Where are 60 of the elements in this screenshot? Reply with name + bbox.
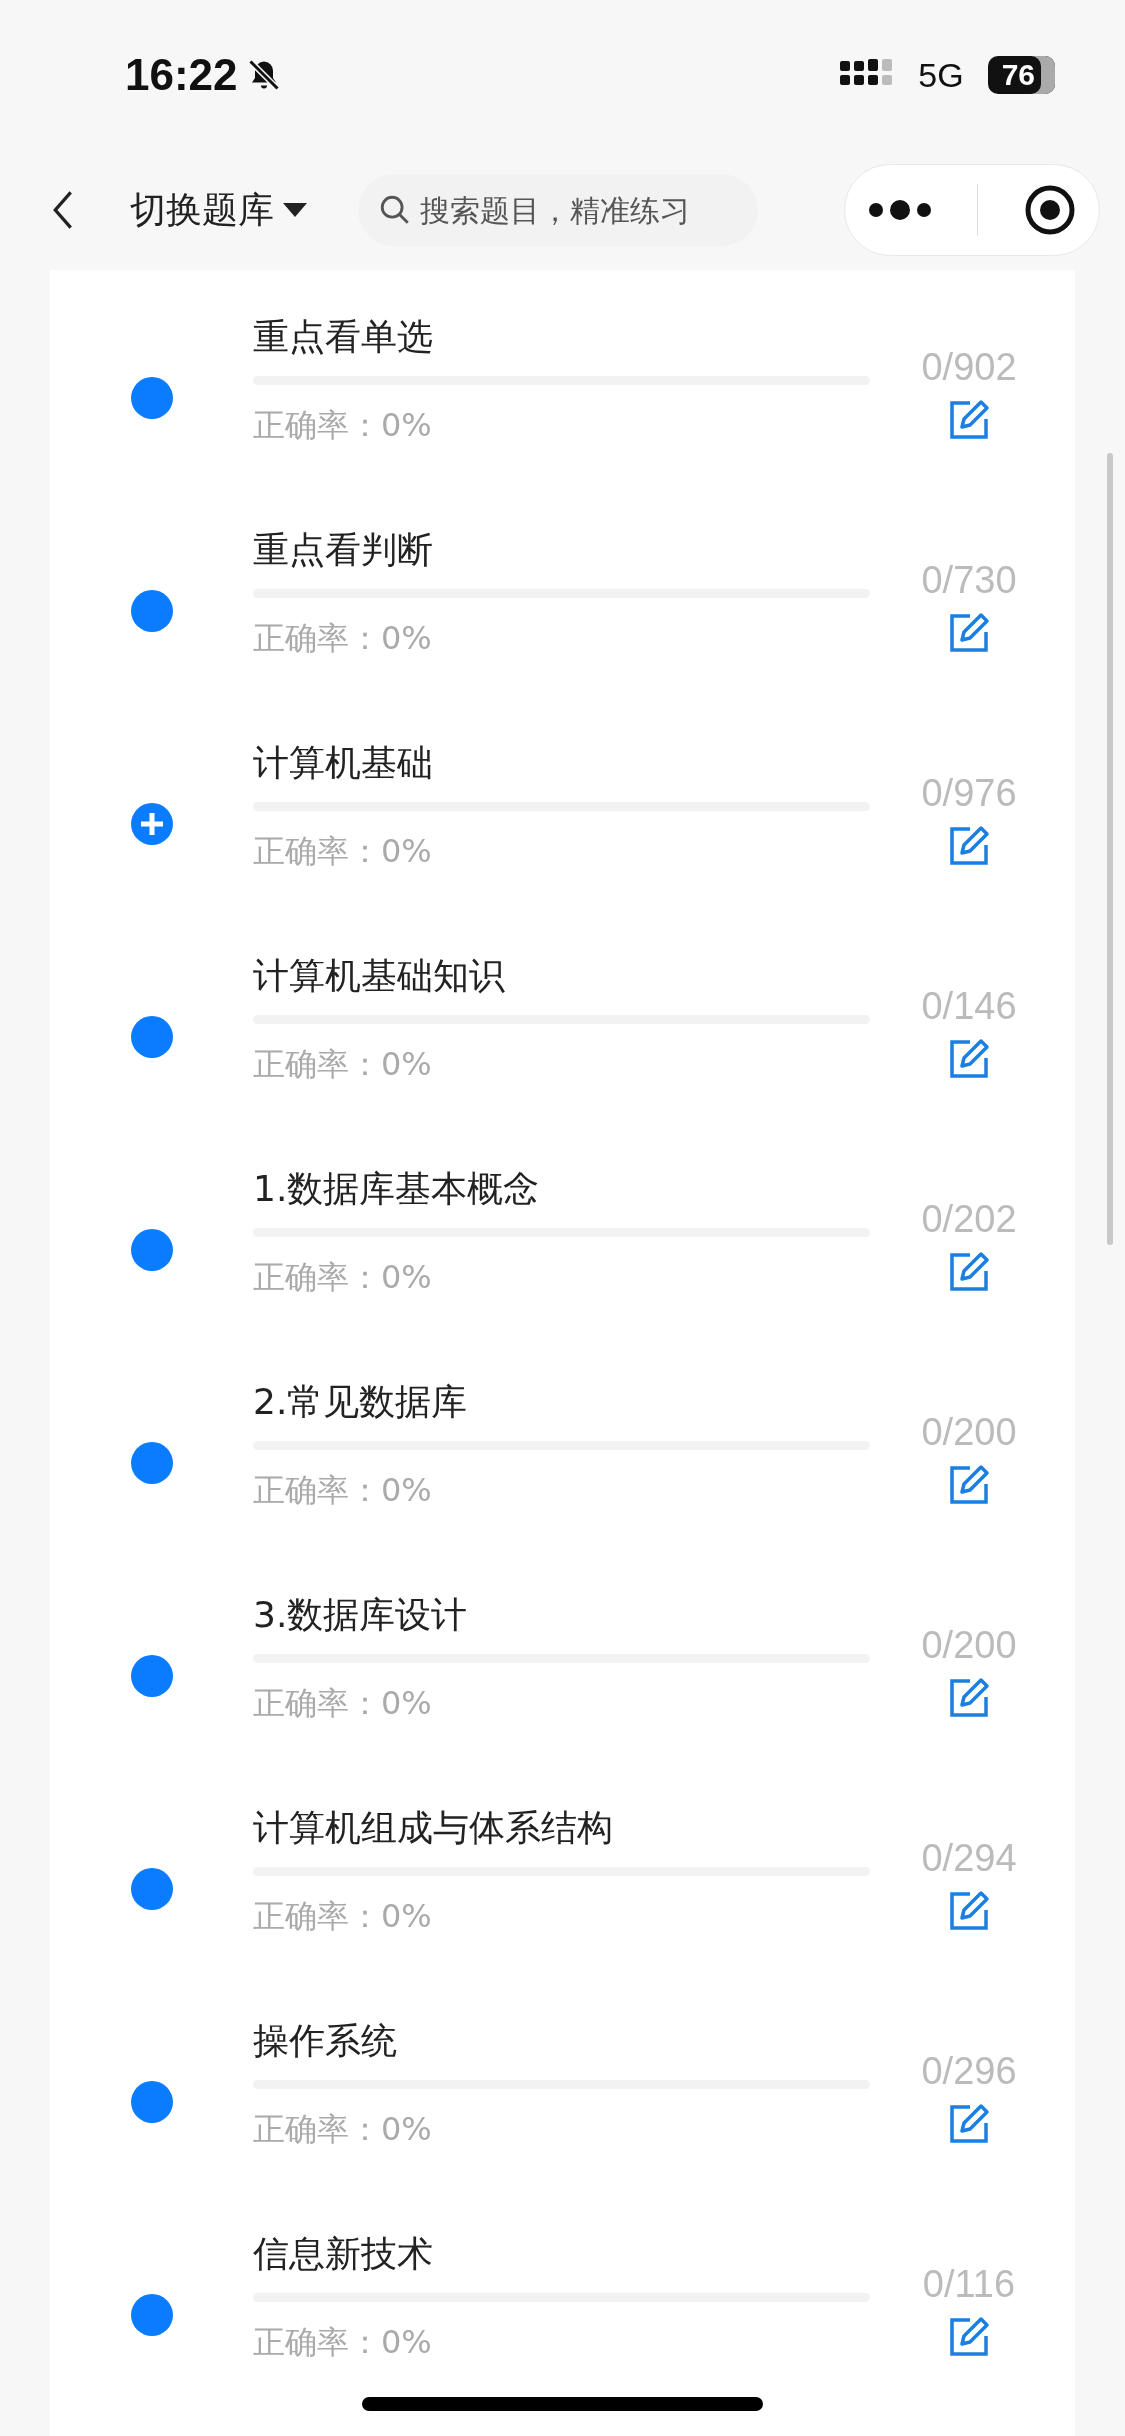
dot-icon xyxy=(130,1441,173,1484)
caret-icon xyxy=(282,202,308,218)
chapter-title[interactable]: 重点看判断 xyxy=(253,525,433,575)
accuracy-text: 正确率：0% xyxy=(253,1044,432,1085)
network-label: 5G xyxy=(918,55,964,95)
search-field[interactable]: 搜索题目，精准练习 xyxy=(358,174,758,246)
question-count: 0/296 xyxy=(921,2050,1017,2093)
accuracy-text: 正确率：0% xyxy=(253,1257,432,1298)
edit-icon[interactable] xyxy=(948,1677,990,1719)
chapter-title[interactable]: 计算机组成与体系结构 xyxy=(253,1803,613,1853)
accuracy-text: 正确率：0% xyxy=(253,618,432,659)
back-icon[interactable] xyxy=(52,190,74,230)
edit-icon[interactable] xyxy=(948,1890,990,1932)
question-count: 0/202 xyxy=(921,1198,1017,1241)
accuracy-text: 正确率：0% xyxy=(253,1896,432,1937)
accuracy-text: 正确率：0% xyxy=(253,1470,432,1511)
edit-icon[interactable] xyxy=(948,399,990,441)
chapter-title[interactable]: 信息新技术 xyxy=(253,2229,433,2279)
accuracy-text: 正确率：0% xyxy=(253,1683,432,1724)
question-count: 0/902 xyxy=(921,346,1017,389)
dot-icon xyxy=(130,589,173,632)
dot-icon xyxy=(130,376,173,419)
chapter-title[interactable]: 计算机基础知识 xyxy=(253,951,505,1001)
accuracy-text: 正确率：0% xyxy=(253,2109,432,2150)
question-count: 0/200 xyxy=(921,1411,1017,1454)
edit-icon[interactable] xyxy=(948,1038,990,1080)
dot-icon xyxy=(130,1228,173,1271)
chapter-title[interactable]: 3.数据库设计 xyxy=(253,1590,468,1640)
edit-icon[interactable] xyxy=(948,2316,990,2358)
question-count: 0/976 xyxy=(921,772,1017,815)
status-time: 16:22 xyxy=(125,50,238,100)
edit-icon[interactable] xyxy=(948,1464,990,1506)
dot-icon xyxy=(130,2080,173,2123)
accuracy-text: 正确率：0% xyxy=(253,405,432,446)
chapter-title[interactable]: 2.常见数据库 xyxy=(253,1377,468,1427)
dot-icon xyxy=(130,1015,173,1058)
search-icon xyxy=(378,193,412,227)
battery-level: 76 xyxy=(987,56,1055,94)
accuracy-text: 正确率：0% xyxy=(253,2322,432,2363)
question-count: 0/730 xyxy=(921,559,1017,602)
chapter-title[interactable]: 1.数据库基本概念 xyxy=(253,1164,540,1214)
more-icon[interactable] xyxy=(867,200,932,220)
question-count: 0/116 xyxy=(922,2263,1016,2306)
question-count: 0/294 xyxy=(921,1837,1017,1880)
edit-icon[interactable] xyxy=(948,2103,990,2145)
chapter-title[interactable]: 操作系统 xyxy=(253,2016,397,2066)
edit-icon[interactable] xyxy=(948,612,990,654)
bank-switch-button[interactable]: 切换题库 xyxy=(130,185,274,235)
dot-icon xyxy=(130,2293,173,2336)
question-count: 0/200 xyxy=(921,1624,1017,1667)
accuracy-text: 正确率：0% xyxy=(253,831,432,872)
expand-plus-icon[interactable] xyxy=(130,802,173,845)
edit-icon[interactable] xyxy=(948,1251,990,1293)
chapter-title[interactable]: 计算机基础 xyxy=(253,738,433,788)
chapter-title[interactable]: 重点看单选 xyxy=(253,312,433,362)
dot-icon xyxy=(130,1654,173,1697)
target-icon[interactable] xyxy=(1024,184,1077,236)
question-count: 0/146 xyxy=(921,985,1017,1028)
dot-icon xyxy=(130,1867,173,1910)
edit-icon[interactable] xyxy=(948,825,990,867)
